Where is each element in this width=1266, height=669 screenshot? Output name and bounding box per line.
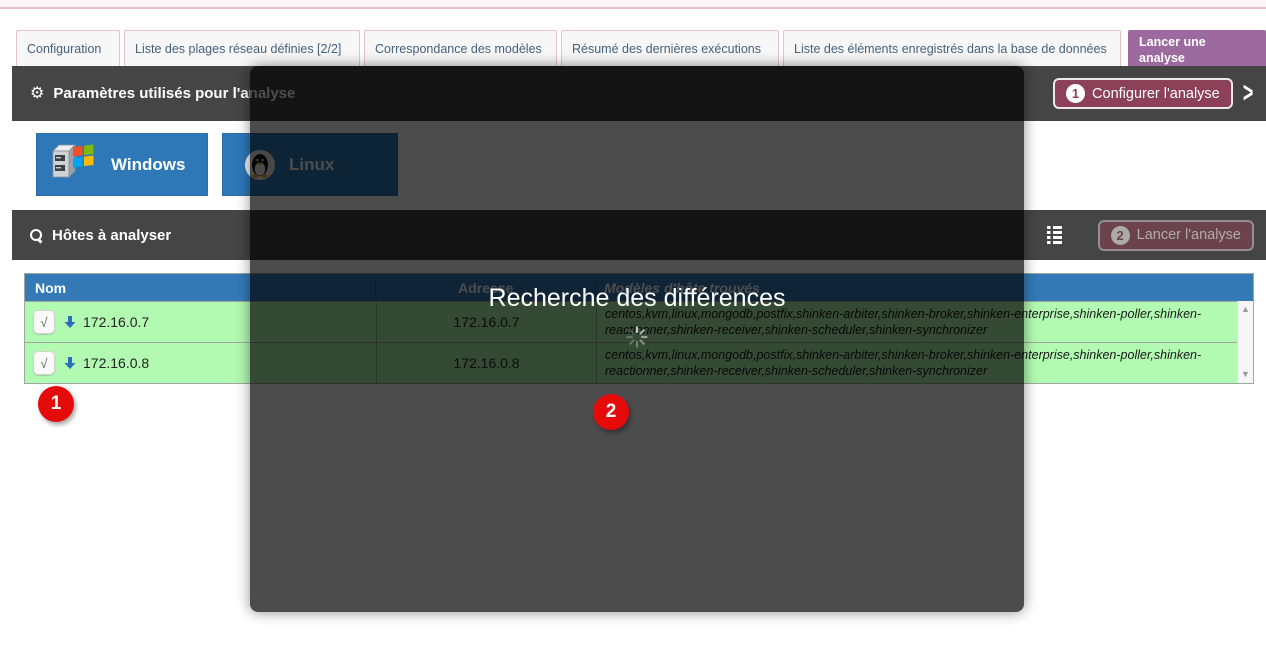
tab-last-executions[interactable]: Résumé des dernières exécutions <box>561 30 779 68</box>
step-1-badge: 1 <box>1066 84 1085 103</box>
search-icon <box>30 229 43 242</box>
tab-network-ranges[interactable]: Liste des plages réseau définies [2/2] <box>124 30 360 68</box>
check-icon: √ <box>40 356 47 371</box>
host-name: 172.16.0.8 <box>83 355 149 371</box>
windows-os-button[interactable]: Windows <box>36 133 208 196</box>
busy-message: Recherche des différences <box>250 284 1024 348</box>
tab-bar: Configuration Liste des plages réseau dé… <box>16 30 1266 68</box>
top-accent-strip <box>0 0 1266 9</box>
windows-button-label: Windows <box>111 155 185 175</box>
configure-analysis-label: Configurer l'analyse <box>1092 86 1220 102</box>
scroll-down-icon[interactable]: ▼ <box>1241 370 1250 379</box>
windows-logo-icon <box>51 141 97 188</box>
gear-icon: ⚙ <box>30 86 44 102</box>
tab-label: Liste des plages réseau définies [2/2] <box>135 41 341 57</box>
tab-template-matching[interactable]: Correspondance des modèles <box>364 30 557 68</box>
list-icon[interactable] <box>1047 226 1062 245</box>
tab-configuration[interactable]: Configuration <box>16 30 120 68</box>
step-2-badge: 2 <box>1111 226 1130 245</box>
loading-spinner-icon <box>626 326 648 348</box>
annotation-number: 2 <box>606 401 617 423</box>
scroll-up-icon[interactable]: ▲ <box>1241 305 1250 314</box>
busy-overlay: Recherche des différences <box>250 66 1024 612</box>
down-arrow-icon[interactable] <box>63 315 77 329</box>
validated-check-button[interactable]: √ <box>33 310 55 334</box>
tab-launch-analysis[interactable]: Lancer une analyse <box>1128 30 1266 70</box>
tab-label: Correspondance des modèles <box>375 41 542 57</box>
tab-database-elements[interactable]: Liste des éléments enregistrés dans la b… <box>783 30 1121 68</box>
check-icon: √ <box>40 315 47 330</box>
tab-label: Liste des éléments enregistrés dans la b… <box>794 41 1107 57</box>
busy-message-text: Recherche des différences <box>489 284 786 312</box>
table-scrollbar[interactable]: ▲ ▼ <box>1237 301 1253 383</box>
host-name: 172.16.0.7 <box>83 314 149 330</box>
discovery-page: Configuration Liste des plages réseau dé… <box>0 0 1266 669</box>
annotation-badge-2: 2 <box>593 394 629 430</box>
annotation-badge-1: 1 <box>38 386 74 422</box>
launch-analysis-button[interactable]: 2 Lancer l'analyse <box>1098 220 1254 251</box>
annotation-number: 1 <box>51 393 62 415</box>
validated-check-button[interactable]: √ <box>33 351 55 375</box>
tab-label: Lancer une analyse <box>1139 34 1255 66</box>
launch-analysis-label: Lancer l'analyse <box>1137 227 1241 243</box>
configure-analysis-button[interactable]: 1 Configurer l'analyse <box>1053 78 1233 109</box>
tab-label: Configuration <box>27 41 101 57</box>
chevron-right-icon[interactable]: > <box>1243 77 1253 109</box>
down-arrow-icon[interactable] <box>63 356 77 370</box>
tab-label: Résumé des dernières exécutions <box>572 41 761 57</box>
